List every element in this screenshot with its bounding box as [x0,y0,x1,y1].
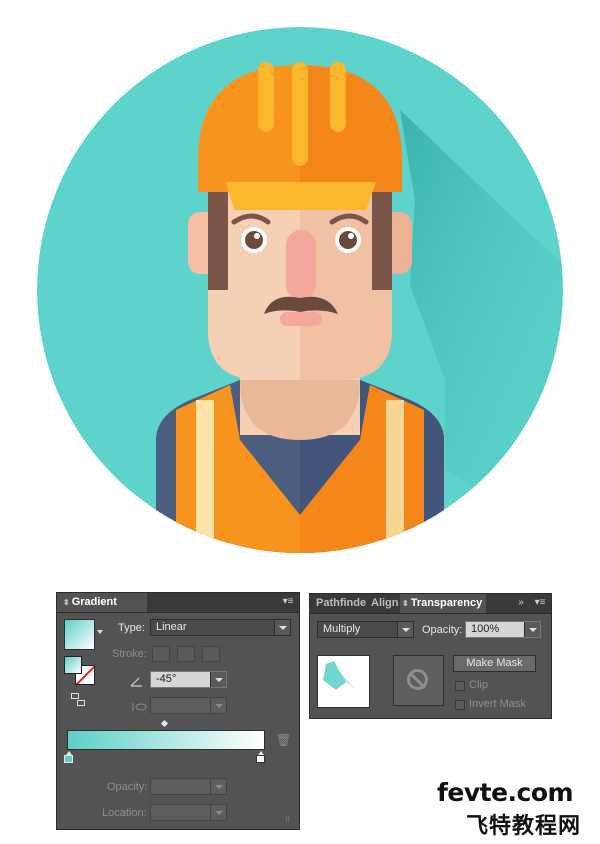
make-mask-button[interactable]: Make Mask [453,655,536,672]
tab-transparency[interactable]: ⬍ Transparency [400,594,486,613]
stop-opacity-field [150,778,227,795]
reverse-gradient-icon[interactable] [71,693,87,707]
tab-align[interactable]: Align [371,594,400,613]
gradient-swatch[interactable] [64,619,95,650]
tab-pathfinder[interactable]: Pathfinde [316,594,368,613]
more-tabs-icon[interactable]: » [513,596,529,610]
swatch-dropdown-arrow-icon[interactable] [97,630,103,634]
clip-label: Clip [469,679,488,691]
watermark-site: fevte.com [437,778,574,807]
gradient-slider[interactable] [67,730,265,750]
stroke-along-button[interactable] [177,646,195,662]
chevron-down-icon [210,698,226,713]
stop-location-field [150,804,227,821]
type-label: Type: [118,622,145,634]
chevron-down-icon [397,622,413,637]
stroke-within-button[interactable] [152,646,170,662]
fill-box[interactable] [64,656,82,674]
chevron-right-icon [524,622,540,637]
invert-mask-label: Invert Mask [469,698,526,710]
chevron-down-icon [210,672,226,687]
transparency-opacity-field[interactable]: 100% [465,621,541,638]
gradient-stop-start[interactable] [64,751,73,763]
tab-gradient-label: Gradient [71,596,117,608]
worker-avatar-illustration [37,27,563,553]
tab-gradient[interactable]: ⬍ Gradient [57,593,147,612]
transparency-panel-tabbar: Pathfinde Align ⬍ Transparency » ▾≡ [310,594,551,614]
trash-icon[interactable]: 🗑 [276,734,291,746]
blend-mode-value: Multiply [323,623,361,635]
chevron-down-icon [210,779,226,794]
angle-value: -45° [156,673,177,685]
gradient-stop-end[interactable] [256,751,265,763]
clip-checkbox[interactable] [455,681,465,691]
panel-menu-icon[interactable]: ▾≡ [280,595,296,609]
fill-stroke-icon[interactable] [64,656,96,686]
chevron-down-icon [210,805,226,820]
blend-mode-dropdown[interactable]: Multiply [317,621,414,638]
tab-grip-icon: ⬍ [63,598,70,607]
aspect-ratio-icon [131,699,147,711]
chevron-down-icon [274,620,290,635]
gradient-type-value: Linear [156,621,187,633]
transparency-opacity-value: 100% [471,623,500,635]
gradient-panel-tabbar: ⬍ Gradient ▾≡ [57,593,299,613]
panel-menu-icon[interactable]: ▾≡ [532,596,548,610]
stroke-label: Stroke: [112,648,147,660]
angle-field[interactable]: -45° [150,671,227,688]
object-thumbnail[interactable] [317,655,370,708]
tab-grip-icon: ⬍ [402,599,409,608]
nose [286,230,316,300]
stop-location-label: Location: [102,807,147,819]
angle-icon [130,674,143,687]
transparency-opacity-label: Opacity: [422,624,463,636]
watermark-site-chinese: 飞特教程网 [466,814,582,839]
stroke-across-button[interactable] [202,646,220,662]
resize-grip-icon[interactable]: ⠿ [285,817,295,825]
stop-opacity-label: Opacity: [107,781,148,793]
mask-thumbnail[interactable] [393,655,444,706]
no-mask-icon [407,669,428,690]
tab-transparency-label: Transparency [410,597,483,609]
gradient-type-dropdown[interactable]: Linear [150,619,291,636]
invert-mask-checkbox[interactable] [455,700,465,710]
aspect-ratio-field [150,697,227,714]
